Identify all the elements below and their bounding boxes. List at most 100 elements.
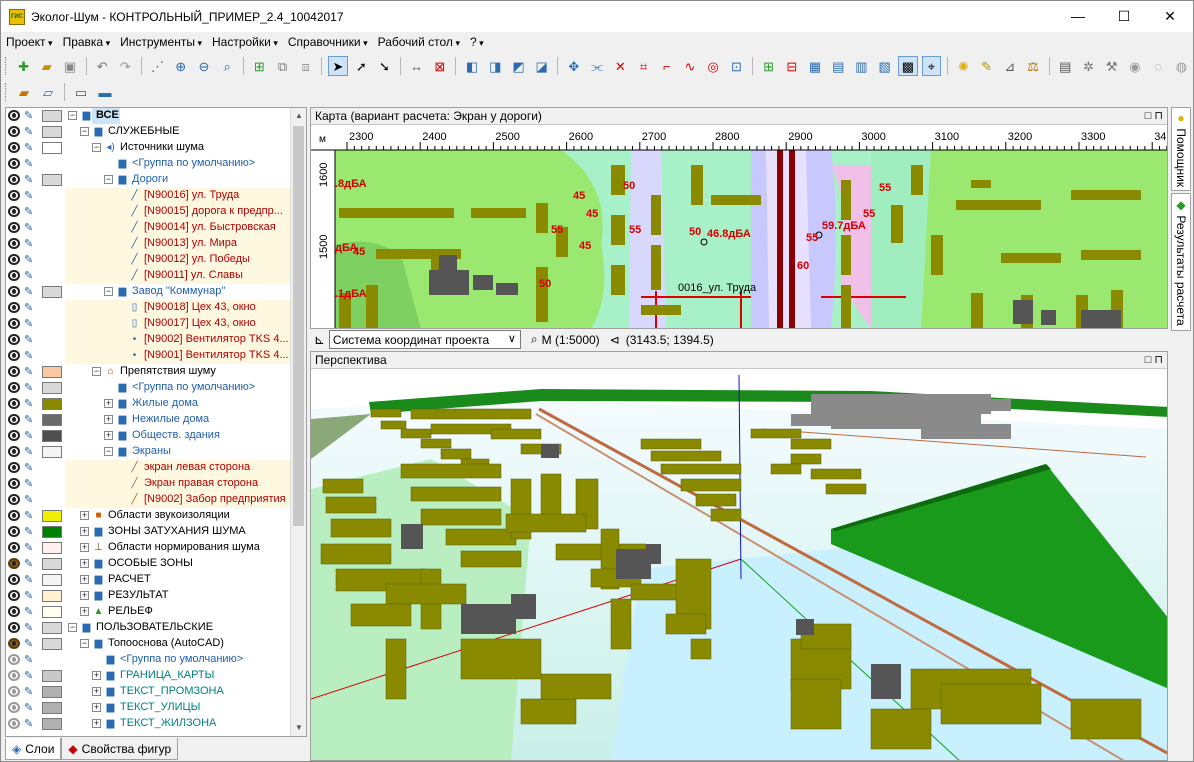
- layer-row[interactable]: ✎ + ▆ ТЕКСТ_УЛИЦЫ: [6, 700, 292, 716]
- edit-layer-icon[interactable]: ✎: [24, 573, 40, 587]
- print-icon[interactable]: ▭: [71, 82, 91, 102]
- remove-calc-point-icon[interactable]: ⊟: [782, 56, 801, 76]
- fan-icon[interactable]: ✲: [1079, 56, 1098, 76]
- layer-row[interactable]: ✎ + ▆ Жилые дома: [6, 396, 292, 412]
- edit-layer-icon[interactable]: ✎: [24, 653, 40, 667]
- snap-icon[interactable]: ⊡: [727, 56, 746, 76]
- residential-building-3d[interactable]: [350, 603, 412, 627]
- layer-color-swatch[interactable]: [42, 398, 62, 410]
- scales-icon[interactable]: ⚖: [1023, 56, 1042, 76]
- visibility-eye-icon[interactable]: [8, 414, 20, 425]
- expand-icon[interactable]: +: [80, 543, 89, 552]
- intersect-shape-icon[interactable]: ◨: [486, 56, 505, 76]
- edit-layer-icon[interactable]: ✎: [24, 701, 40, 715]
- residential-building-3d[interactable]: [640, 438, 702, 450]
- layer-color-swatch[interactable]: [42, 286, 62, 298]
- residential-building-3d[interactable]: [790, 453, 822, 465]
- layer-color-swatch[interactable]: [42, 590, 62, 602]
- edit-layer-icon[interactable]: ✎: [24, 669, 40, 683]
- edit-layer-icon[interactable]: ✎: [24, 525, 40, 539]
- edit-layer-icon[interactable]: ✎: [24, 301, 40, 315]
- layer-row[interactable]: ✎ − ▆ ПОЛЬЗОВАТЕЛЬСКИЕ: [6, 620, 292, 636]
- close-button[interactable]: ✕: [1147, 1, 1193, 31]
- edit-layer-icon[interactable]: ✎: [24, 557, 40, 571]
- layer-row[interactable]: ✎ ╱ [N90012] ул. Победы: [6, 252, 293, 268]
- layer-color-swatch[interactable]: [42, 718, 62, 730]
- layer-row[interactable]: ✎ ╱ [N90011] ул. Славы: [6, 268, 293, 284]
- residential-building-3d[interactable]: [790, 438, 832, 450]
- visibility-eye-icon[interactable]: [8, 622, 20, 633]
- layer-color-swatch[interactable]: [42, 638, 62, 650]
- calc-line-icon[interactable]: ▥: [852, 56, 871, 76]
- edit-layer-icon[interactable]: ✎: [24, 493, 40, 507]
- node-edit-icon[interactable]: ⌗: [634, 56, 653, 76]
- residential-building-3d[interactable]: [410, 408, 532, 420]
- residential-building-3d[interactable]: [610, 598, 632, 650]
- expand-icon[interactable]: +: [92, 719, 101, 728]
- visibility-eye-icon[interactable]: [8, 350, 20, 361]
- sound-wave-icon[interactable]: ◌: [1149, 56, 1168, 76]
- edit-layer-icon[interactable]: ✎: [24, 589, 40, 603]
- layer-color-swatch[interactable]: [42, 542, 62, 554]
- cut-icon[interactable]: ✕: [611, 56, 630, 76]
- edit-layer-icon[interactable]: ✎: [24, 141, 40, 155]
- new-project-icon[interactable]: ✚: [14, 56, 33, 76]
- residential-building-3d[interactable]: [520, 698, 577, 725]
- layer-color-swatch[interactable]: [42, 366, 62, 378]
- layer-row[interactable]: ✎ − ▆ Завод "Коммунар": [6, 284, 292, 300]
- visibility-eye-icon[interactable]: [8, 670, 20, 681]
- visibility-eye-icon[interactable]: [8, 606, 20, 617]
- target-icon[interactable]: ◎: [704, 56, 723, 76]
- edit-layer-icon[interactable]: ✎: [24, 461, 40, 475]
- paste-object-icon[interactable]: ⧈: [296, 56, 315, 76]
- visibility-eye-icon[interactable]: [8, 206, 20, 217]
- layer-row[interactable]: ✎ ▯ [N90017] Цех 43, окно: [6, 316, 293, 332]
- layer-row[interactable]: ✎ + ▆ ЗОНЫ ЗАТУХАНИЯ ШУМА: [6, 524, 292, 540]
- residential-building-3d[interactable]: [505, 513, 587, 533]
- break-line-icon[interactable]: ⌐: [657, 56, 676, 76]
- save-icon[interactable]: ▣: [60, 56, 79, 76]
- layer-row[interactable]: ✎ ╱ экран левая сторона: [6, 460, 293, 476]
- edit-layer-icon[interactable]: ✎: [24, 109, 40, 123]
- menu-project[interactable]: Проект: [1, 35, 58, 49]
- 3d-view-canvas[interactable]: [311, 369, 1168, 761]
- layer-color-swatch[interactable]: [42, 510, 62, 522]
- edit-points-icon[interactable]: ⋰: [148, 56, 167, 76]
- tab-assistant[interactable]: ● Помощник: [1171, 107, 1191, 191]
- expand-icon[interactable]: +: [80, 511, 89, 520]
- sound-icon[interactable]: ◉: [1125, 56, 1144, 76]
- residential-building-3d[interactable]: [420, 508, 502, 526]
- visibility-eye-icon[interactable]: [8, 654, 20, 665]
- menu-references[interactable]: Справочники: [283, 35, 373, 49]
- edit-layer-icon[interactable]: ✎: [24, 285, 40, 299]
- expand-icon[interactable]: +: [92, 703, 101, 712]
- edit-layer-icon[interactable]: ✎: [24, 637, 40, 651]
- zoom-dropdown-icon[interactable]: ⌕: [218, 56, 237, 76]
- layer-color-swatch[interactable]: [42, 670, 62, 682]
- visibility-eye-icon[interactable]: [8, 526, 20, 537]
- layer-row[interactable]: ✎ ╱ [N90014] ул. Быстровская: [6, 220, 293, 236]
- zoom-in-icon[interactable]: ⊕: [171, 56, 190, 76]
- collapse-icon[interactable]: −: [68, 111, 77, 120]
- visibility-eye-icon[interactable]: [8, 494, 20, 505]
- residential-building-3d[interactable]: [690, 638, 712, 660]
- visibility-eye-icon[interactable]: [8, 222, 20, 233]
- collapse-icon[interactable]: −: [104, 287, 113, 296]
- map-pane-controls[interactable]: □ ⊓: [1145, 108, 1163, 125]
- visibility-eye-icon[interactable]: [8, 238, 20, 249]
- edit-layer-icon[interactable]: ✎: [24, 605, 40, 619]
- visibility-eye-icon[interactable]: [8, 190, 20, 201]
- residential-building-3d[interactable]: [490, 428, 542, 440]
- layer-row[interactable]: ✎ + ▆ ГРАНИЦА_КАРТЫ: [6, 668, 292, 684]
- visibility-eye-icon[interactable]: [8, 478, 20, 489]
- select-add-icon[interactable]: ➚: [352, 56, 371, 76]
- visibility-eye-icon[interactable]: [8, 430, 20, 441]
- layer-row[interactable]: ✎ ▆ <Группа по умолчанию>: [6, 380, 292, 396]
- residential-building-3d[interactable]: [460, 550, 522, 568]
- map-canvas[interactable]: 2300 2400 2500 2600 2700 2800 2900 3000 3100 3200…: [311, 125, 1168, 329]
- collapse-icon[interactable]: −: [92, 143, 101, 152]
- residential-building-3d[interactable]: [770, 463, 802, 475]
- layer-row[interactable]: ✎ ╱ [N90016] ул. Труда: [6, 188, 293, 204]
- edit-layer-icon[interactable]: ✎: [24, 509, 40, 523]
- layer-color-swatch[interactable]: [42, 606, 62, 618]
